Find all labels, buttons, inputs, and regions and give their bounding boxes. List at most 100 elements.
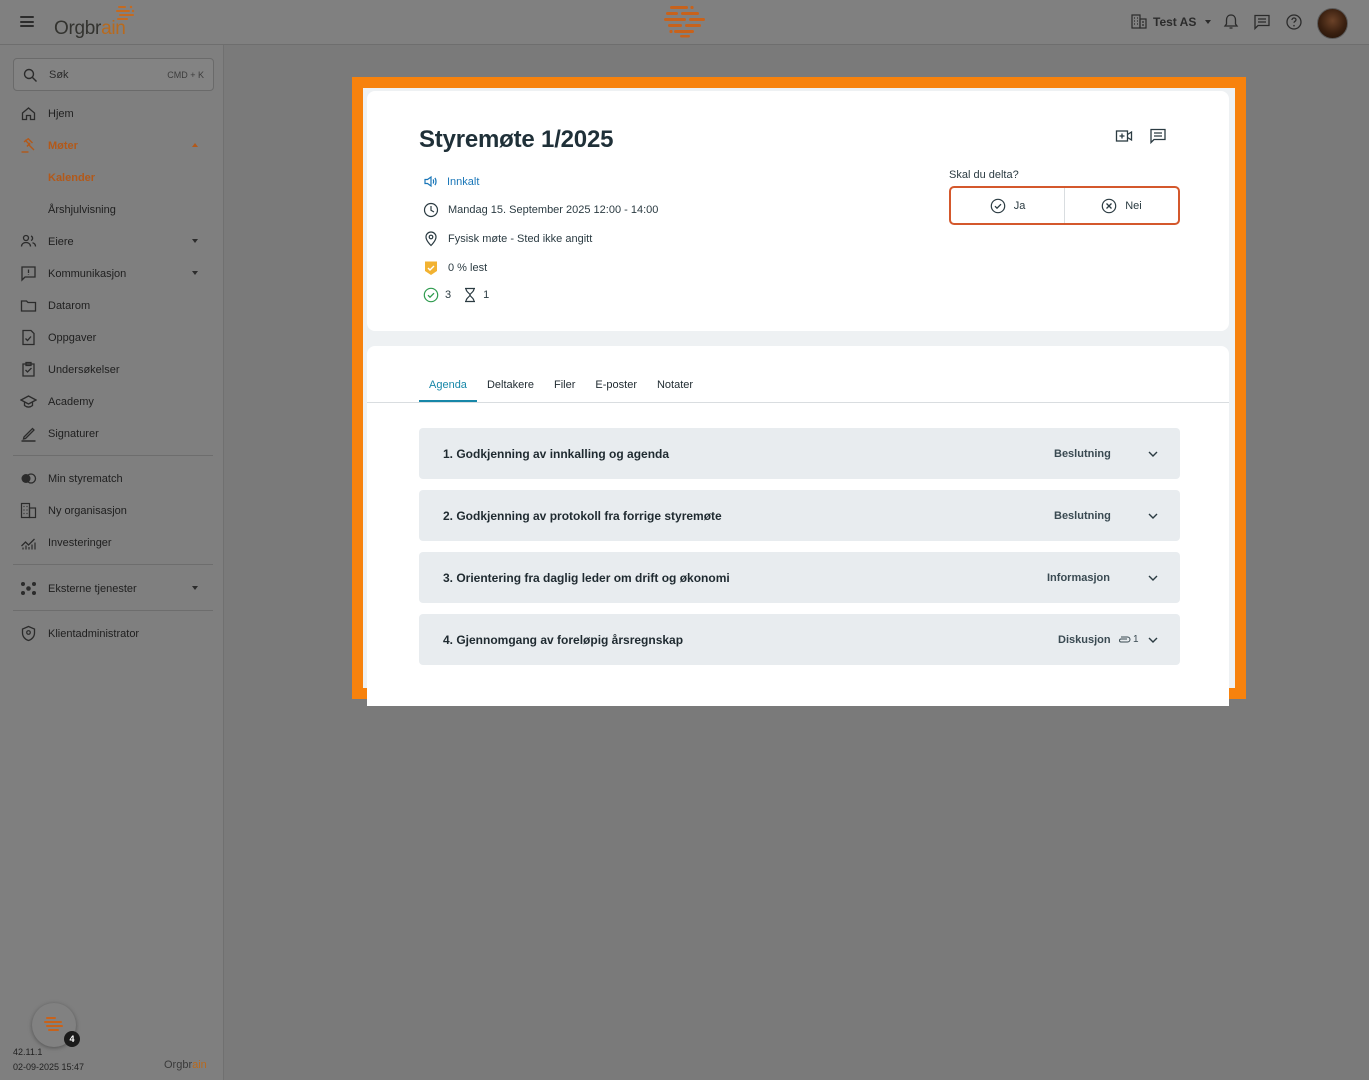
sidebar-item-kommunikasjon[interactable]: Kommunikasjon bbox=[0, 257, 224, 289]
attend-yes-button[interactable]: Ja bbox=[951, 188, 1065, 223]
agenda-item-title: 1. Godkjenning av innkalling og agenda bbox=[443, 447, 670, 461]
version-number: 42.11.1 bbox=[13, 1047, 43, 1057]
toggle-icon bbox=[21, 473, 37, 484]
sidebar-item-undersokelser[interactable]: Undersøkelser bbox=[0, 353, 224, 385]
meeting-content-panel: Agenda Deltakere Filer E-poster Notater … bbox=[367, 346, 1229, 706]
agenda-item-type: Beslutning bbox=[1054, 510, 1111, 522]
agenda-item-title: 4. Gjennomgang av foreløpig årsregnskap bbox=[443, 633, 684, 647]
agenda-item-type: Diskusjon bbox=[1058, 634, 1111, 646]
tabs-divider bbox=[367, 402, 1229, 403]
comment-icon[interactable] bbox=[1149, 127, 1167, 145]
tab-notater[interactable]: Notater bbox=[647, 374, 703, 402]
agenda-item-type: Informasjon bbox=[1047, 572, 1110, 584]
agenda-item-title: 3. Orientering fra daglig leder om drift… bbox=[443, 571, 730, 585]
user-avatar[interactable] bbox=[1317, 8, 1348, 39]
sidebar-item-label: Møter bbox=[48, 140, 78, 152]
chevron-down-icon bbox=[192, 271, 198, 275]
chevron-down-icon[interactable] bbox=[1147, 572, 1159, 584]
sidebar-divider bbox=[13, 455, 213, 456]
sidebar-item-label: Oppgaver bbox=[48, 332, 97, 344]
attend-button-group: Ja Nei bbox=[949, 186, 1180, 225]
tab-agenda[interactable]: Agenda bbox=[419, 374, 477, 402]
sidebar: Søk CMD + K Hjem Møter Kalender Årshjulv… bbox=[0, 45, 224, 1080]
sidebar-item-label: Eiere bbox=[48, 236, 74, 248]
check-circle-icon bbox=[423, 287, 439, 303]
agenda-item[interactable]: 1. Godkjenning av innkalling og agenda B… bbox=[419, 428, 1180, 479]
location-pin-icon bbox=[425, 231, 437, 247]
accepted-count: 3 bbox=[445, 289, 452, 301]
sidebar-item-academy[interactable]: Academy bbox=[0, 385, 224, 417]
sidebar-item-label: Undersøkelser bbox=[48, 364, 120, 376]
chevron-down-icon[interactable] bbox=[1147, 448, 1159, 460]
attend-no-button[interactable]: Nei bbox=[1065, 188, 1178, 223]
building-icon bbox=[20, 502, 37, 519]
meeting-header-panel: Styremøte 1/2025 Innkalt Mandag 15. Sept… bbox=[367, 91, 1229, 331]
top-bar: Orgbrain Test AS bbox=[0, 0, 1369, 45]
chevron-down-icon bbox=[192, 586, 198, 590]
center-brain-logo-icon[interactable] bbox=[662, 3, 708, 39]
agenda-item[interactable]: 2. Godkjenning av protokoll fra forrige … bbox=[419, 490, 1180, 541]
chevron-down-icon[interactable] bbox=[1147, 634, 1159, 646]
org-name: Test AS bbox=[1153, 14, 1197, 29]
sidebar-item-label: Ny organisasjon bbox=[48, 505, 127, 517]
highlighted-meeting-area: Styremøte 1/2025 Innkalt Mandag 15. Sept… bbox=[352, 77, 1246, 706]
hourglass-icon bbox=[465, 287, 476, 303]
search-label: Søk bbox=[49, 69, 69, 81]
org-switcher[interactable]: Test AS bbox=[1131, 14, 1212, 29]
sidebar-item-hjem[interactable]: Hjem bbox=[0, 97, 224, 129]
tab-e-poster[interactable]: E-poster bbox=[585, 374, 647, 402]
sidebar-item-eiere[interactable]: Eiere bbox=[0, 225, 224, 257]
build-time: 02-09-2025 15:47 bbox=[13, 1062, 85, 1072]
brain-logo-icon bbox=[116, 5, 135, 20]
sidebar-divider bbox=[13, 610, 213, 611]
graduation-icon bbox=[20, 395, 37, 408]
sidebar-item-label: Min styrematch bbox=[48, 473, 123, 485]
tab-filer[interactable]: Filer bbox=[544, 374, 585, 402]
menu-icon[interactable] bbox=[20, 16, 34, 27]
megaphone-icon bbox=[424, 175, 437, 188]
bell-icon[interactable] bbox=[1222, 13, 1240, 31]
sidebar-item-oppgaver[interactable]: Oppgaver bbox=[0, 321, 224, 353]
sidebar-item-label: Kommunikasjon bbox=[48, 268, 127, 280]
close-circle-icon bbox=[1101, 198, 1117, 213]
sidebar-item-klientadministrator[interactable]: Klientadministrator bbox=[0, 617, 224, 649]
sidebar-item-label: Eksterne tjenester bbox=[48, 583, 137, 595]
chat-icon[interactable] bbox=[1253, 13, 1271, 31]
sidebar-item-kalender[interactable]: Kalender bbox=[0, 161, 224, 193]
attachment-count-value: 1 bbox=[1133, 634, 1139, 645]
sidebar-item-eksterne-tjenester[interactable]: Eksterne tjenester bbox=[0, 572, 224, 604]
meeting-status: Innkalt bbox=[423, 174, 479, 189]
sidebar-item-ny-organisasjon[interactable]: Ny organisasjon bbox=[0, 494, 224, 526]
sidebar-item-arshjulvisning[interactable]: Årshjulvisning bbox=[0, 193, 224, 225]
sidebar-item-label: Hjem bbox=[48, 108, 74, 120]
chevron-down-icon[interactable] bbox=[1147, 510, 1159, 522]
help-icon[interactable] bbox=[1285, 13, 1303, 31]
chart-icon bbox=[21, 538, 36, 550]
agenda-item-type: Beslutning bbox=[1054, 448, 1111, 460]
sidebar-item-label: Investeringer bbox=[48, 537, 112, 549]
sidebar-item-datarom[interactable]: Datarom bbox=[0, 289, 224, 321]
tab-deltakere[interactable]: Deltakere bbox=[477, 374, 544, 402]
attend-yes-label: Ja bbox=[1013, 199, 1026, 212]
task-icon bbox=[22, 329, 35, 346]
sidebar-item-min-styrematch[interactable]: Min styrematch bbox=[0, 462, 224, 494]
sidebar-item-signaturer[interactable]: Signaturer bbox=[0, 417, 224, 449]
meeting-location: Fysisk møte - Sted ikke angitt bbox=[423, 231, 592, 247]
sidebar-item-investeringer[interactable]: Investeringer bbox=[0, 526, 224, 558]
sidebar-item-moter[interactable]: Møter bbox=[0, 129, 224, 161]
services-icon bbox=[21, 582, 36, 595]
video-call-icon[interactable] bbox=[1115, 127, 1133, 145]
version-info: 42.11.1 02-09-2025 15:47 bbox=[13, 1045, 84, 1075]
search-input[interactable]: Søk CMD + K bbox=[13, 58, 214, 91]
read-status-text: 0 % lest bbox=[448, 262, 488, 274]
sidebar-item-label: Kalender bbox=[48, 172, 96, 184]
brain-logo-icon bbox=[44, 1017, 63, 1031]
footer-logo: Orgbrain bbox=[164, 1059, 207, 1071]
datetime-text: Mandag 15. September 2025 12:00 - 14:00 bbox=[448, 204, 659, 216]
agenda-item[interactable]: 4. Gjennomgang av foreløpig årsregnskap … bbox=[419, 614, 1180, 665]
agenda-item[interactable]: 3. Orientering fra daglig leder om drift… bbox=[419, 552, 1180, 603]
status-text: Innkalt bbox=[447, 175, 480, 188]
building-icon bbox=[1131, 14, 1147, 29]
chevron-up-icon bbox=[192, 143, 198, 147]
people-icon bbox=[20, 234, 37, 247]
